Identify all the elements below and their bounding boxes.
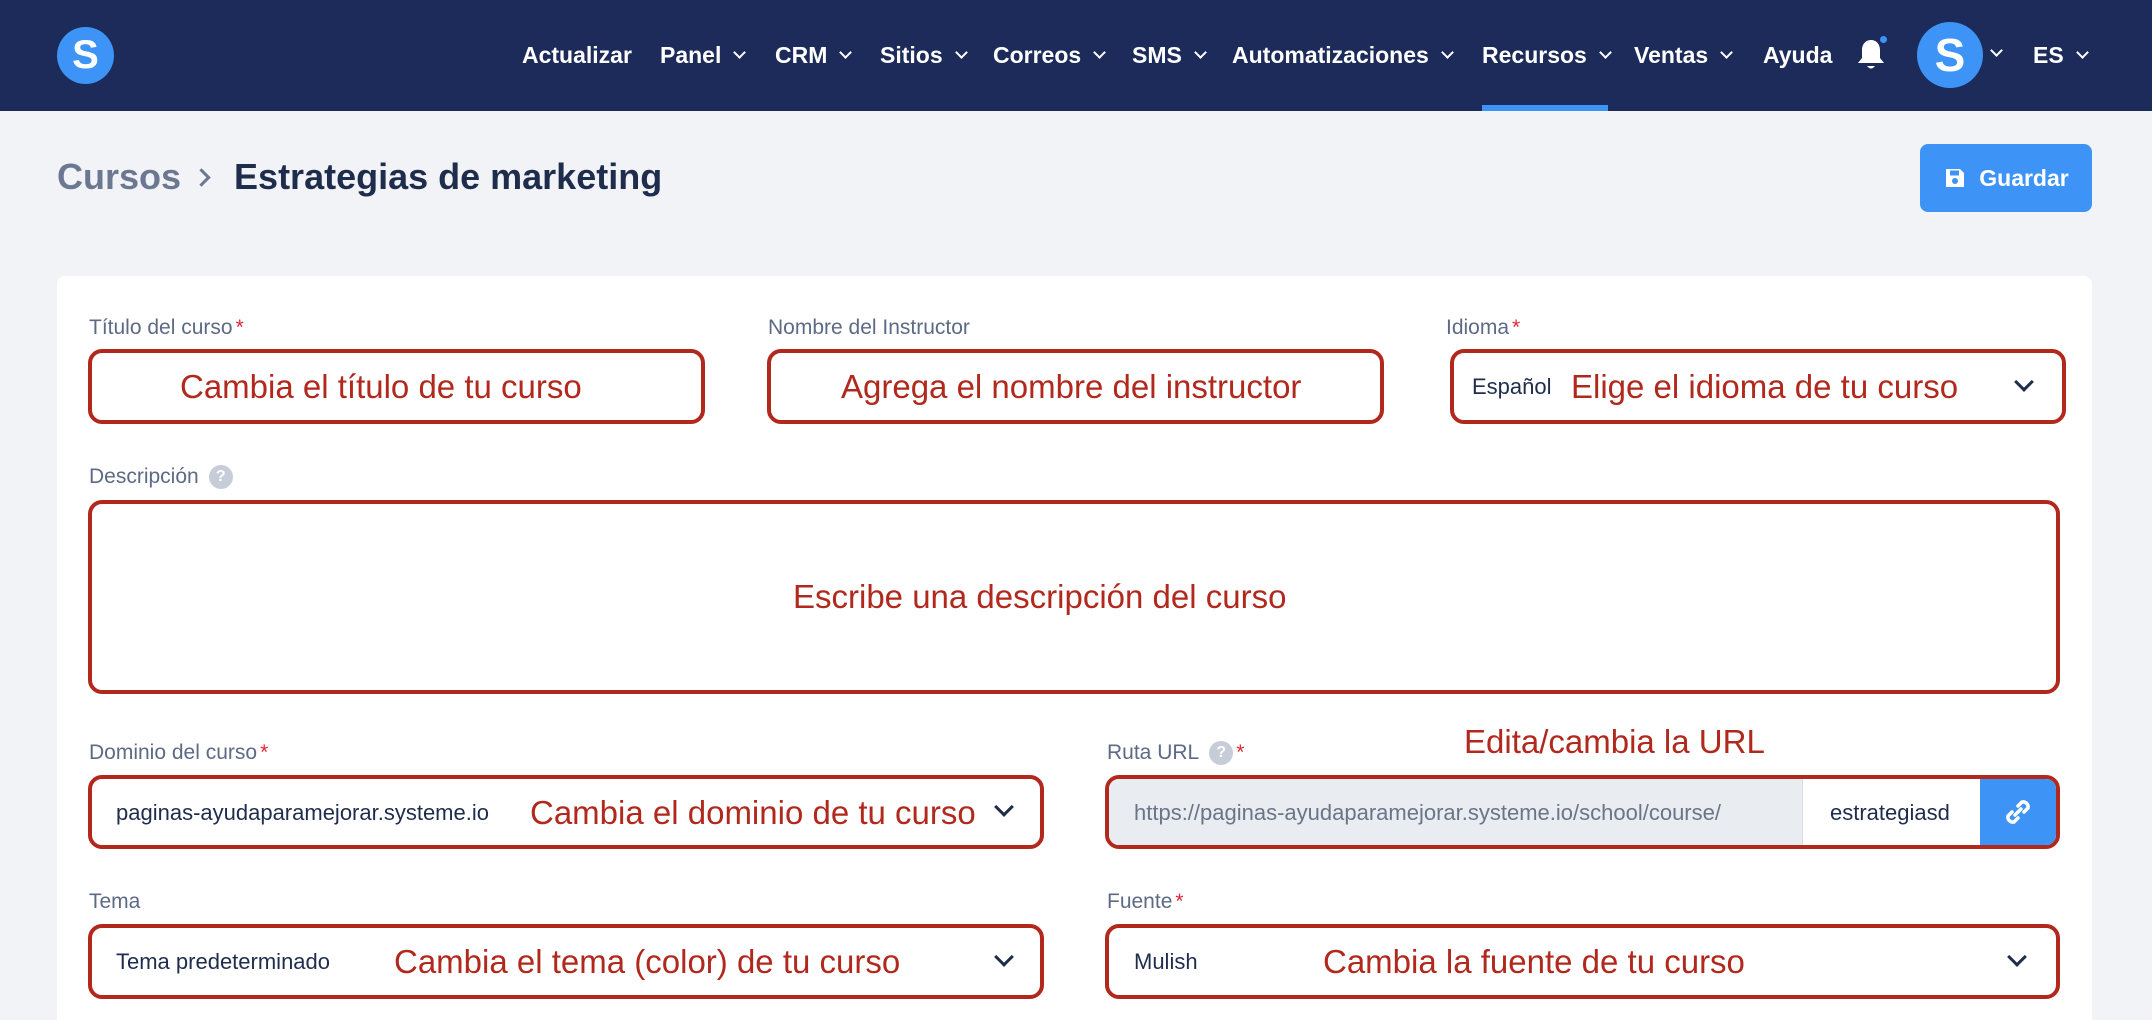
theme-annotation: Cambia el tema (color) de tu curso (394, 943, 901, 980)
chevron-down-icon (839, 46, 853, 59)
instructor-name-input[interactable]: Agrega el nombre del instructor (767, 349, 1384, 424)
breadcrumb-cursos-link[interactable]: Cursos (57, 156, 181, 198)
help-icon[interactable]: ? (1209, 741, 1234, 766)
chevron-down-icon (733, 46, 747, 59)
font-select[interactable]: Mulish Cambia la fuente de tu curso (1105, 924, 2060, 999)
nav-item-label: Correos (993, 42, 1082, 68)
course-domain-value: paginas-ayudaparamejorar.systeme.io (116, 800, 489, 825)
font-select-value: Mulish (1134, 949, 1198, 974)
nav-item-ventas[interactable]: Ventas (1634, 0, 1734, 111)
course-title-label: Título del curso * (89, 316, 244, 339)
nav-item-crm[interactable]: CRM (775, 0, 853, 111)
save-button[interactable]: Guardar (1920, 144, 2092, 212)
url-prefix: https://paginas-ayudaparamejorar.systeme… (1109, 779, 1803, 845)
theme-select[interactable]: Tema predeterminado Cambia el tema (colo… (88, 924, 1044, 999)
nav-item-label: Automatizaciones (1232, 42, 1429, 68)
chevron-down-icon (1598, 46, 1612, 59)
notification-dot (1878, 34, 1889, 45)
nav-item-actualizar[interactable]: Actualizar (522, 0, 632, 111)
url-path-group: https://paginas-ayudaparamejorar.systeme… (1105, 775, 2060, 849)
language-selector[interactable]: ES (2033, 0, 2089, 111)
chevron-down-icon (1720, 46, 1734, 59)
link-icon (2006, 800, 2030, 824)
description-label: Descripción? (89, 465, 233, 490)
description-textarea[interactable]: Escribe una descripción del curso (88, 500, 2060, 694)
language-select-value: Español (1472, 374, 1552, 399)
active-nav-indicator (1482, 105, 1608, 111)
course-domain-label: Dominio del curso * (89, 741, 269, 764)
nav-item-label: Panel (660, 42, 722, 68)
nav-item-correos[interactable]: Correos (993, 0, 1107, 111)
chevron-down-icon[interactable] (1990, 44, 2003, 57)
instructor-name-label: Nombre del Instructor (768, 316, 970, 339)
font-annotation: Cambia la fuente de tu curso (1323, 943, 1745, 980)
nav-item-label: Sitios (880, 42, 943, 68)
url-path-label: Ruta URL? * (1107, 741, 1245, 766)
nav-item-label: Ayuda (1763, 42, 1833, 68)
page-title: Estrategias de marketing (234, 156, 663, 197)
save-button-label: Guardar (1979, 164, 2069, 191)
theme-label: Tema (89, 890, 141, 913)
course-title-annotation: Cambia el título de tu curso (180, 368, 582, 405)
course-domain-select[interactable]: paginas-ayudaparamejorar.systeme.io Camb… (88, 775, 1044, 849)
chevron-down-icon (994, 797, 1014, 817)
nav-item-panel[interactable]: Panel (660, 0, 747, 111)
chevron-down-icon (2014, 372, 2034, 392)
chevron-down-icon (954, 46, 968, 59)
user-avatar[interactable]: S (1917, 22, 1983, 88)
language-label: Idioma * (1446, 316, 1521, 339)
theme-select-value: Tema predeterminado (116, 949, 331, 974)
systeme-logo[interactable]: S (57, 27, 114, 84)
url-slug-input[interactable]: estrategiasd (1830, 800, 1950, 826)
nav-item-sms[interactable]: SMS (1132, 0, 1207, 111)
language-select[interactable]: Español Elige el idioma de tu curso (1450, 349, 2066, 424)
nav-item-automatizaciones[interactable]: Automatizaciones (1232, 0, 1454, 111)
breadcrumb: Cursos Estrategias de marketing (57, 155, 662, 199)
open-link-button[interactable] (1980, 779, 2056, 845)
help-icon[interactable]: ? (208, 465, 233, 490)
description-annotation: Escribe una descripción del curso (793, 578, 1287, 615)
chevron-down-icon (1193, 46, 1207, 59)
course-settings-card: Título del curso * Nombre del Instructor … (57, 276, 2092, 1020)
instructor-name-annotation: Agrega el nombre del instructor (841, 368, 1302, 405)
nav-item-label: Recursos (1482, 42, 1587, 68)
nav-item-ayuda[interactable]: Ayuda (1763, 0, 1832, 111)
chevron-down-icon (1440, 46, 1454, 59)
chevron-down-icon (994, 947, 1014, 967)
url-annotation: Edita/cambia la URL (1464, 723, 1765, 760)
course-title-input[interactable]: Cambia el título de tu curso (88, 349, 705, 424)
top-navigation-bar: S Actualizar Panel CRM Sitios Correos SM… (0, 0, 2152, 111)
chevron-down-icon (1093, 46, 1107, 59)
nav-item-label: Actualizar (522, 42, 632, 68)
chevron-down-icon (2075, 46, 2089, 59)
course-domain-annotation: Cambia el dominio de tu curso (530, 794, 976, 831)
font-label: Fuente * (1107, 890, 1184, 913)
nav-item-sitios[interactable]: Sitios (880, 0, 968, 111)
language-annotation: Elige el idioma de tu curso (1571, 368, 1959, 405)
chevron-right-icon (192, 167, 211, 187)
nav-item-recursos[interactable]: Recursos (1482, 0, 1612, 111)
language-label: ES (2033, 42, 2064, 68)
nav-item-label: SMS (1132, 42, 1182, 68)
chevron-down-icon (2007, 947, 2027, 967)
nav-item-label: CRM (775, 42, 828, 68)
floppy-disk-icon (1946, 169, 1965, 187)
url-prefix-text: https://paginas-ayudaparamejorar.systeme… (1134, 800, 1721, 825)
nav-item-label: Ventas (1634, 42, 1709, 68)
